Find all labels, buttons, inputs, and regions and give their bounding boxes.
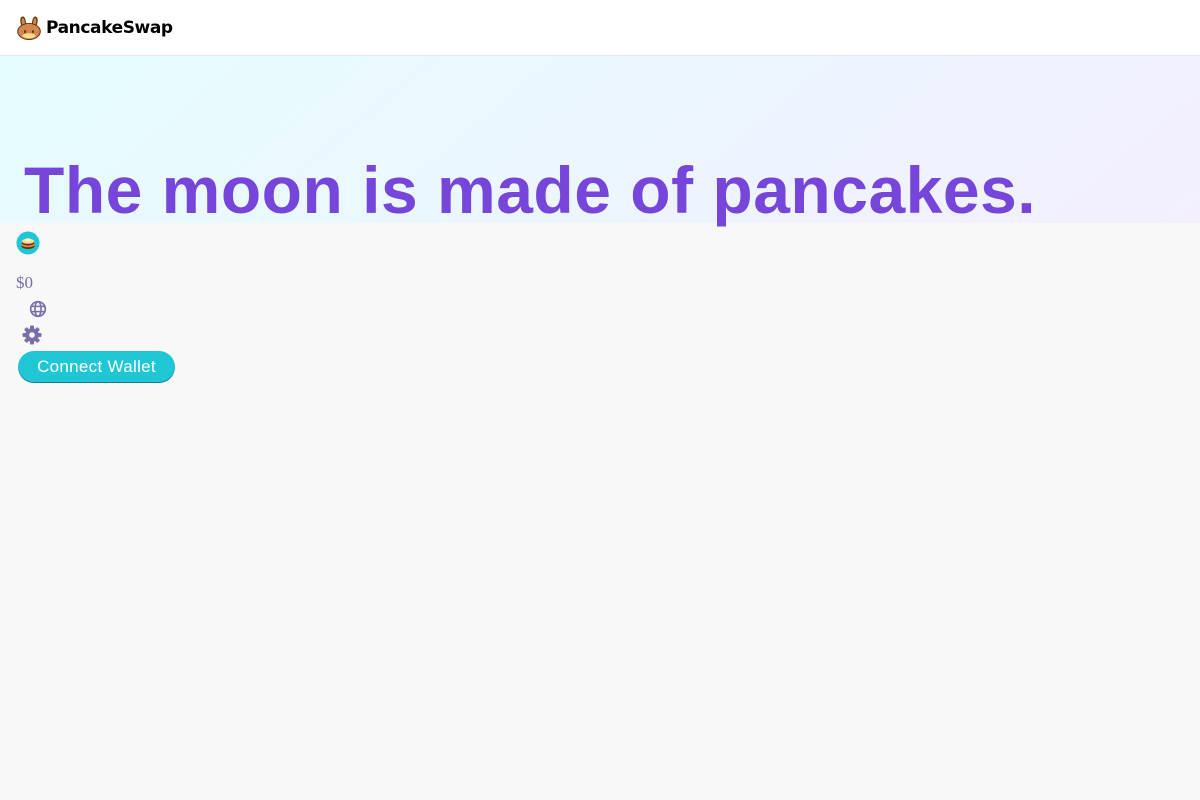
language-button[interactable] bbox=[28, 299, 48, 319]
hero-title: The moon is made of pancakes. bbox=[24, 153, 1037, 227]
settings-button[interactable] bbox=[21, 324, 43, 346]
gear-icon bbox=[22, 325, 42, 345]
globe-icon bbox=[29, 300, 47, 318]
brand-logo-link[interactable]: PancakeSwap bbox=[16, 14, 173, 42]
bunny-icon bbox=[17, 16, 41, 40]
connect-wallet-button[interactable]: Connect Wallet bbox=[18, 351, 175, 383]
cake-price: $0 bbox=[16, 273, 33, 292]
top-nav-bar: PancakeSwap bbox=[0, 0, 1200, 56]
brand-name: PancakeSwap bbox=[46, 18, 173, 38]
cake-token-icon bbox=[16, 231, 40, 255]
hero-banner: The moon is made of pancakes. bbox=[0, 56, 1200, 227]
